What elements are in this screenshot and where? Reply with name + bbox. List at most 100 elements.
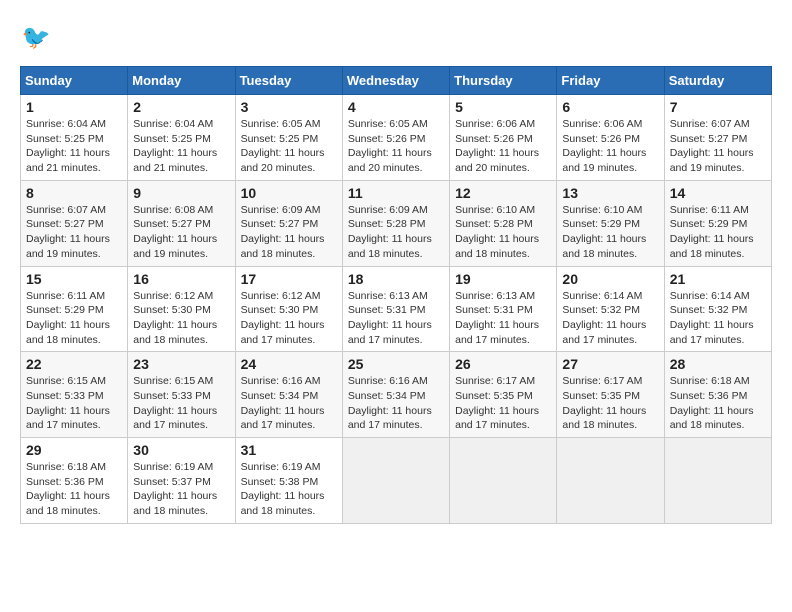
calendar-cell: 29 Sunrise: 6:18 AM Sunset: 5:36 PM Dayl… [21, 438, 128, 524]
day-number: 4 [348, 99, 444, 115]
calendar-cell: 28 Sunrise: 6:18 AM Sunset: 5:36 PM Dayl… [664, 352, 771, 438]
calendar-header-row: SundayMondayTuesdayWednesdayThursdayFrid… [21, 67, 772, 95]
day-number: 20 [562, 271, 658, 287]
calendar-cell: 12 Sunrise: 6:10 AM Sunset: 5:28 PM Dayl… [450, 180, 557, 266]
calendar-cell: 2 Sunrise: 6:04 AM Sunset: 5:25 PM Dayli… [128, 95, 235, 181]
header-wednesday: Wednesday [342, 67, 449, 95]
day-info: Sunrise: 6:05 AM Sunset: 5:26 PM Dayligh… [348, 117, 444, 176]
day-number: 16 [133, 271, 229, 287]
calendar-cell: 24 Sunrise: 6:16 AM Sunset: 5:34 PM Dayl… [235, 352, 342, 438]
calendar-cell [342, 438, 449, 524]
day-info: Sunrise: 6:05 AM Sunset: 5:25 PM Dayligh… [241, 117, 337, 176]
day-info: Sunrise: 6:17 AM Sunset: 5:35 PM Dayligh… [455, 374, 551, 433]
calendar-cell: 18 Sunrise: 6:13 AM Sunset: 5:31 PM Dayl… [342, 266, 449, 352]
day-info: Sunrise: 6:06 AM Sunset: 5:26 PM Dayligh… [562, 117, 658, 176]
calendar-cell: 30 Sunrise: 6:19 AM Sunset: 5:37 PM Dayl… [128, 438, 235, 524]
header-sunday: Sunday [21, 67, 128, 95]
header-friday: Friday [557, 67, 664, 95]
day-number: 28 [670, 356, 766, 372]
day-number: 13 [562, 185, 658, 201]
day-info: Sunrise: 6:14 AM Sunset: 5:32 PM Dayligh… [562, 289, 658, 348]
calendar-table: SundayMondayTuesdayWednesdayThursdayFrid… [20, 66, 772, 524]
calendar-week-1: 1 Sunrise: 6:04 AM Sunset: 5:25 PM Dayli… [21, 95, 772, 181]
calendar-cell: 3 Sunrise: 6:05 AM Sunset: 5:25 PM Dayli… [235, 95, 342, 181]
calendar-cell: 4 Sunrise: 6:05 AM Sunset: 5:26 PM Dayli… [342, 95, 449, 181]
calendar-cell: 26 Sunrise: 6:17 AM Sunset: 5:35 PM Dayl… [450, 352, 557, 438]
day-number: 14 [670, 185, 766, 201]
page-header: 🐦 [20, 20, 772, 56]
day-info: Sunrise: 6:13 AM Sunset: 5:31 PM Dayligh… [348, 289, 444, 348]
day-info: Sunrise: 6:19 AM Sunset: 5:37 PM Dayligh… [133, 460, 229, 519]
day-number: 15 [26, 271, 122, 287]
day-number: 24 [241, 356, 337, 372]
day-number: 31 [241, 442, 337, 458]
calendar-cell: 23 Sunrise: 6:15 AM Sunset: 5:33 PM Dayl… [128, 352, 235, 438]
calendar-cell: 13 Sunrise: 6:10 AM Sunset: 5:29 PM Dayl… [557, 180, 664, 266]
day-info: Sunrise: 6:19 AM Sunset: 5:38 PM Dayligh… [241, 460, 337, 519]
day-number: 6 [562, 99, 658, 115]
calendar-cell: 8 Sunrise: 6:07 AM Sunset: 5:27 PM Dayli… [21, 180, 128, 266]
day-info: Sunrise: 6:18 AM Sunset: 5:36 PM Dayligh… [670, 374, 766, 433]
calendar-week-4: 22 Sunrise: 6:15 AM Sunset: 5:33 PM Dayl… [21, 352, 772, 438]
calendar-cell [664, 438, 771, 524]
calendar-week-3: 15 Sunrise: 6:11 AM Sunset: 5:29 PM Dayl… [21, 266, 772, 352]
day-info: Sunrise: 6:14 AM Sunset: 5:32 PM Dayligh… [670, 289, 766, 348]
calendar-cell: 15 Sunrise: 6:11 AM Sunset: 5:29 PM Dayl… [21, 266, 128, 352]
calendar-week-2: 8 Sunrise: 6:07 AM Sunset: 5:27 PM Dayli… [21, 180, 772, 266]
day-number: 27 [562, 356, 658, 372]
day-info: Sunrise: 6:12 AM Sunset: 5:30 PM Dayligh… [241, 289, 337, 348]
calendar-cell [450, 438, 557, 524]
calendar-cell: 16 Sunrise: 6:12 AM Sunset: 5:30 PM Dayl… [128, 266, 235, 352]
day-number: 10 [241, 185, 337, 201]
calendar-cell: 22 Sunrise: 6:15 AM Sunset: 5:33 PM Dayl… [21, 352, 128, 438]
day-info: Sunrise: 6:16 AM Sunset: 5:34 PM Dayligh… [348, 374, 444, 433]
day-info: Sunrise: 6:09 AM Sunset: 5:28 PM Dayligh… [348, 203, 444, 262]
calendar-cell: 1 Sunrise: 6:04 AM Sunset: 5:25 PM Dayli… [21, 95, 128, 181]
calendar-cell: 19 Sunrise: 6:13 AM Sunset: 5:31 PM Dayl… [450, 266, 557, 352]
calendar-cell: 14 Sunrise: 6:11 AM Sunset: 5:29 PM Dayl… [664, 180, 771, 266]
calendar-cell: 17 Sunrise: 6:12 AM Sunset: 5:30 PM Dayl… [235, 266, 342, 352]
day-info: Sunrise: 6:07 AM Sunset: 5:27 PM Dayligh… [670, 117, 766, 176]
day-info: Sunrise: 6:15 AM Sunset: 5:33 PM Dayligh… [133, 374, 229, 433]
day-number: 26 [455, 356, 551, 372]
calendar-cell [557, 438, 664, 524]
logo: 🐦 [20, 20, 60, 56]
calendar-cell: 27 Sunrise: 6:17 AM Sunset: 5:35 PM Dayl… [557, 352, 664, 438]
header-monday: Monday [128, 67, 235, 95]
day-info: Sunrise: 6:16 AM Sunset: 5:34 PM Dayligh… [241, 374, 337, 433]
calendar-cell: 31 Sunrise: 6:19 AM Sunset: 5:38 PM Dayl… [235, 438, 342, 524]
day-number: 2 [133, 99, 229, 115]
day-info: Sunrise: 6:18 AM Sunset: 5:36 PM Dayligh… [26, 460, 122, 519]
header-saturday: Saturday [664, 67, 771, 95]
day-number: 11 [348, 185, 444, 201]
day-number: 30 [133, 442, 229, 458]
calendar-cell: 7 Sunrise: 6:07 AM Sunset: 5:27 PM Dayli… [664, 95, 771, 181]
calendar-cell: 6 Sunrise: 6:06 AM Sunset: 5:26 PM Dayli… [557, 95, 664, 181]
header-tuesday: Tuesday [235, 67, 342, 95]
calendar-cell: 20 Sunrise: 6:14 AM Sunset: 5:32 PM Dayl… [557, 266, 664, 352]
calendar-cell: 11 Sunrise: 6:09 AM Sunset: 5:28 PM Dayl… [342, 180, 449, 266]
day-info: Sunrise: 6:11 AM Sunset: 5:29 PM Dayligh… [670, 203, 766, 262]
day-number: 23 [133, 356, 229, 372]
calendar-week-5: 29 Sunrise: 6:18 AM Sunset: 5:36 PM Dayl… [21, 438, 772, 524]
calendar-body: 1 Sunrise: 6:04 AM Sunset: 5:25 PM Dayli… [21, 95, 772, 524]
calendar-cell: 21 Sunrise: 6:14 AM Sunset: 5:32 PM Dayl… [664, 266, 771, 352]
day-number: 29 [26, 442, 122, 458]
day-info: Sunrise: 6:04 AM Sunset: 5:25 PM Dayligh… [133, 117, 229, 176]
day-info: Sunrise: 6:17 AM Sunset: 5:35 PM Dayligh… [562, 374, 658, 433]
day-number: 12 [455, 185, 551, 201]
calendar-cell: 5 Sunrise: 6:06 AM Sunset: 5:26 PM Dayli… [450, 95, 557, 181]
day-number: 21 [670, 271, 766, 287]
day-number: 9 [133, 185, 229, 201]
day-info: Sunrise: 6:06 AM Sunset: 5:26 PM Dayligh… [455, 117, 551, 176]
day-number: 22 [26, 356, 122, 372]
day-info: Sunrise: 6:09 AM Sunset: 5:27 PM Dayligh… [241, 203, 337, 262]
day-info: Sunrise: 6:11 AM Sunset: 5:29 PM Dayligh… [26, 289, 122, 348]
day-number: 8 [26, 185, 122, 201]
day-info: Sunrise: 6:10 AM Sunset: 5:28 PM Dayligh… [455, 203, 551, 262]
logo-icon: 🐦 [20, 20, 56, 56]
day-info: Sunrise: 6:08 AM Sunset: 5:27 PM Dayligh… [133, 203, 229, 262]
header-thursday: Thursday [450, 67, 557, 95]
day-number: 19 [455, 271, 551, 287]
day-number: 1 [26, 99, 122, 115]
